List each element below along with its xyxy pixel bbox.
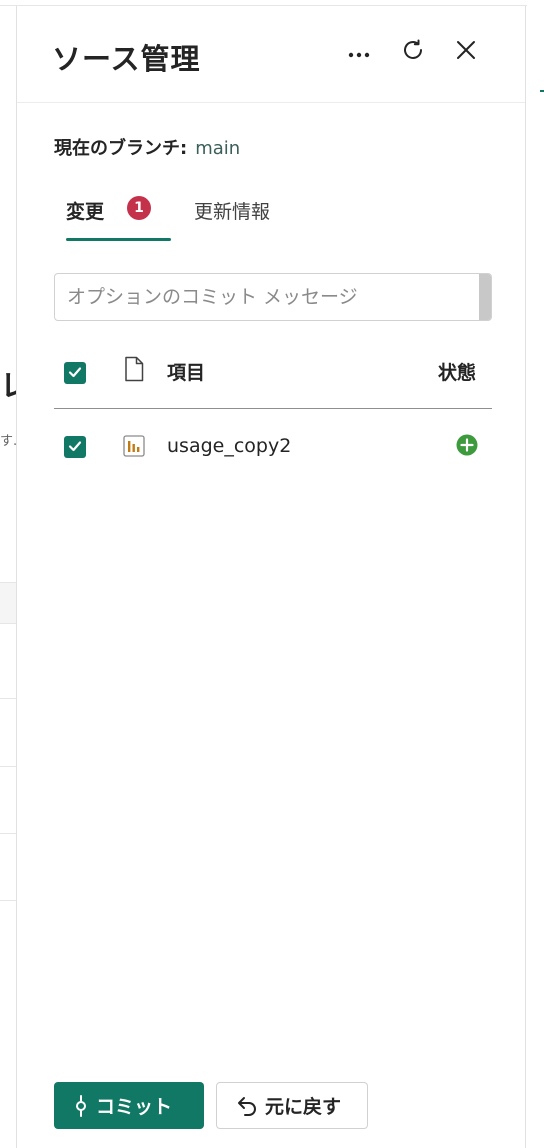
refresh-button[interactable]: [397, 36, 429, 68]
row-item-name: usage_copy2: [167, 435, 292, 457]
background-row-divider: [0, 900, 16, 901]
revert-button[interactable]: 元に戻す: [216, 1082, 368, 1129]
undo-icon: [235, 1094, 259, 1118]
source-control-panel: ソース管理 現在のブランチ: main 変更 1 更新情報 オプションのコミット…: [16, 6, 526, 1148]
tab-changes[interactable]: 変更 1: [54, 194, 171, 242]
tab-selected-indicator: [66, 238, 171, 241]
commit-button-label: コミット: [96, 1096, 173, 1118]
background-table-header: [0, 582, 16, 624]
table-row[interactable]: usage_copy2: [54, 428, 492, 472]
column-header-status: 状態: [437, 362, 476, 384]
checkmark-icon: [68, 438, 82, 457]
close-icon: [456, 40, 476, 64]
refresh-icon: [401, 38, 425, 66]
added-icon: [456, 434, 478, 456]
commit-message-input[interactable]: [54, 273, 492, 321]
tab-list: 変更 1 更新情報: [54, 194, 494, 242]
checkmark-icon: [68, 364, 82, 383]
commit-message-scrollbar[interactable]: [479, 274, 491, 320]
background-partial-text: す.: [0, 434, 18, 449]
current-branch-value: main: [195, 138, 241, 159]
current-branch: 現在のブランチ: main: [54, 134, 240, 160]
current-branch-label: 現在のブランチ:: [54, 138, 188, 159]
background-row-divider: [0, 833, 16, 834]
commit-icon: [74, 1094, 88, 1117]
row-checkbox[interactable]: [64, 436, 86, 458]
commit-button[interactable]: コミット: [54, 1082, 204, 1129]
changes-table-header: 項目 状態: [54, 352, 492, 409]
tab-updates[interactable]: 更新情報: [194, 194, 294, 242]
revert-button-label: 元に戻す: [265, 1096, 342, 1118]
select-all-checkbox[interactable]: [64, 362, 86, 384]
background-app-left: レ す.: [0, 0, 544, 1148]
close-button[interactable]: [450, 36, 482, 68]
background-accent-mark: [540, 90, 544, 92]
tab-changes-label: 変更: [66, 201, 105, 223]
more-options-button[interactable]: [343, 36, 375, 68]
more-horizontal-icon: [348, 43, 370, 62]
report-icon: [123, 435, 145, 457]
panel-header: ソース管理: [17, 6, 525, 103]
background-app-right: [527, 0, 544, 1148]
panel-title: ソース管理: [52, 42, 201, 76]
file-icon: [124, 356, 144, 386]
background-row-divider: [0, 698, 16, 699]
changes-count-badge: 1: [127, 196, 151, 220]
tab-updates-label: 更新情報: [194, 201, 271, 223]
column-header-item: 項目: [167, 362, 206, 384]
background-row-divider: [0, 766, 16, 767]
